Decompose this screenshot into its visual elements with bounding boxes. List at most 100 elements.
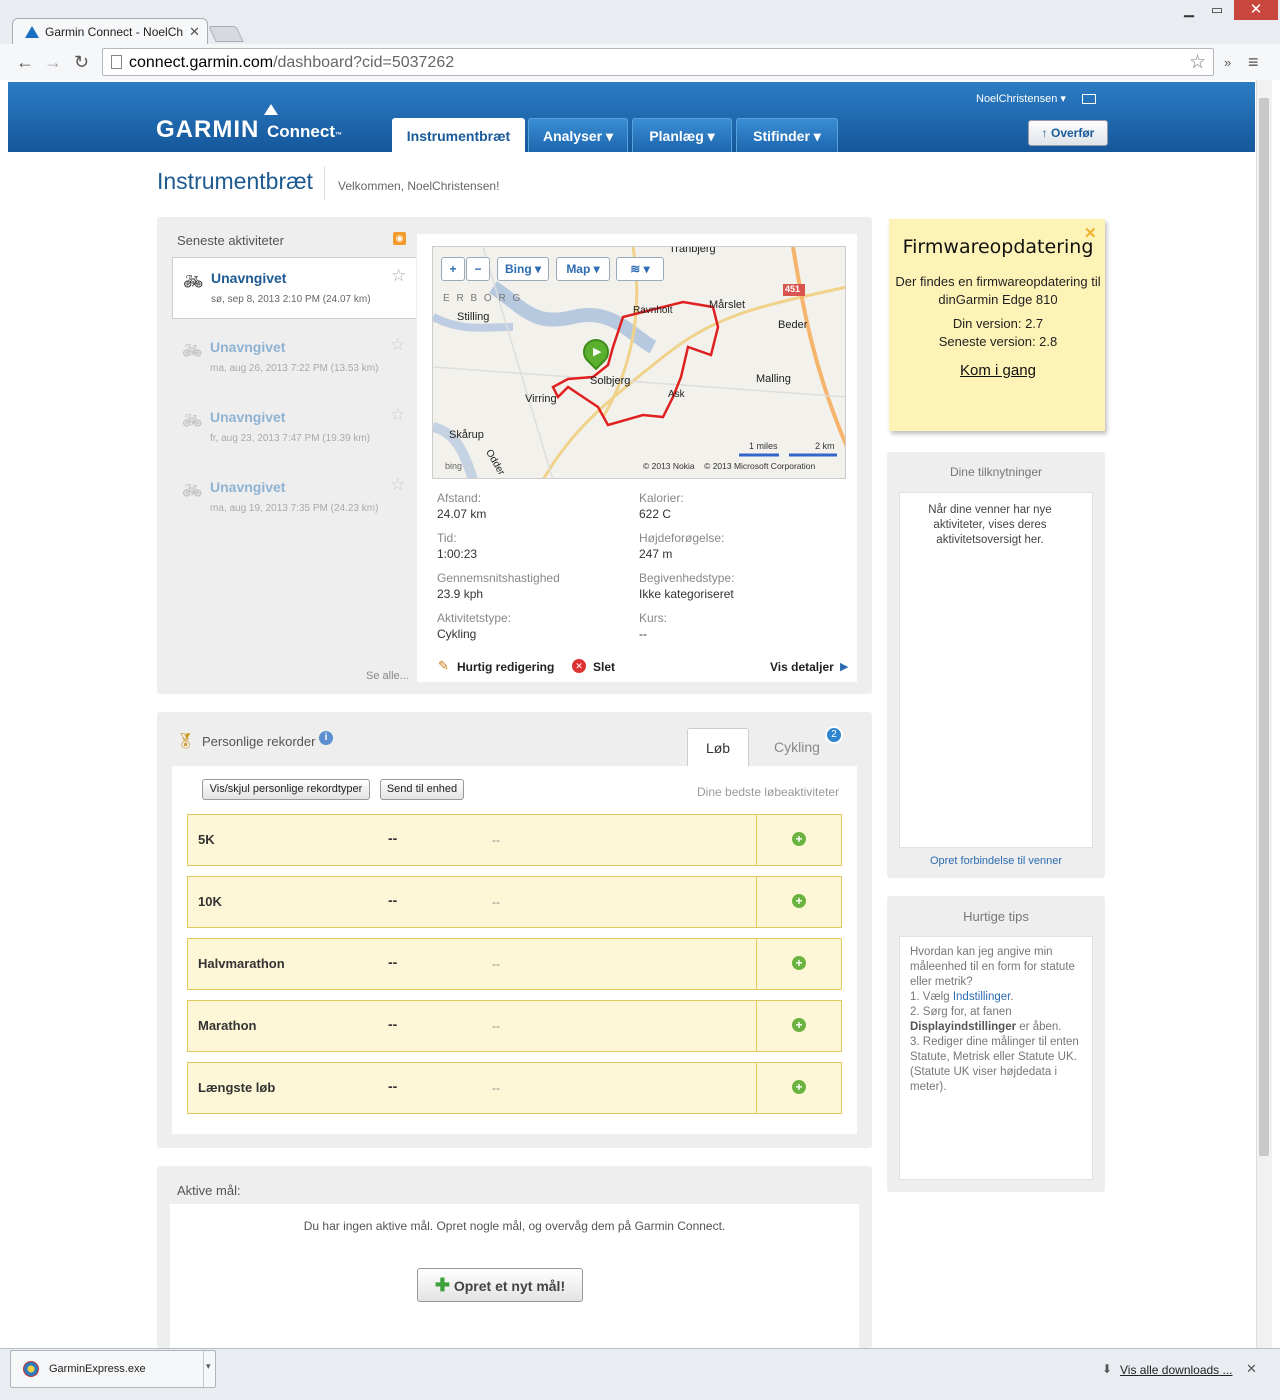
extensions-chevron-icon[interactable]: »: [1224, 55, 1231, 70]
tab-plan[interactable]: Planlæg ▾: [632, 118, 732, 152]
favorite-star-icon[interactable]: ☆: [390, 405, 405, 425]
zoom-in-button[interactable]: +: [441, 257, 465, 281]
back-icon[interactable]: ←: [16, 52, 34, 73]
stat-elevation: Højdeforøgelse: 247 m: [639, 531, 725, 561]
create-goal-button[interactable]: ✚ Opret et nyt mål!: [417, 1268, 583, 1302]
activity-item[interactable]: 🚲︎ Unavngivet sø, sep 8, 2013 2:10 PM (2…: [172, 257, 416, 319]
toggle-record-types-button[interactable]: Vis/skjul personlige rekordtyper: [202, 779, 370, 800]
tab-dashboard[interactable]: Instrumentbræt: [392, 118, 525, 152]
row-divider: [756, 815, 757, 865]
activity-map[interactable]: + − Bing ▾ Map ▾ ≋ ▾ Tranbjerg Stilling …: [432, 246, 846, 479]
map-label: Tranbjerg: [669, 246, 716, 255]
activity-item[interactable]: 🚲︎ Unavngivet ma, aug 26, 2013 7:22 PM (…: [172, 327, 416, 389]
stat-event-type: Begivenhedstype: Ikke kategoriseret: [639, 571, 735, 601]
zoom-out-button[interactable]: −: [466, 257, 490, 281]
bing-dropdown[interactable]: Bing ▾: [497, 257, 549, 281]
tab-analyze[interactable]: Analyser ▾: [528, 118, 628, 152]
row-divider: [756, 1001, 757, 1051]
scrollbar-thumb[interactable]: [1259, 98, 1269, 1156]
activity-name[interactable]: Unavngivet: [210, 409, 285, 425]
add-icon[interactable]: +: [792, 894, 806, 908]
new-tab-button[interactable]: [208, 26, 244, 42]
goals-heading: Aktive mål:: [177, 1183, 241, 1198]
activity-name[interactable]: Unavngivet: [211, 270, 286, 286]
map-label: Virring: [525, 393, 557, 405]
favorite-star-icon[interactable]: ☆: [391, 266, 406, 286]
connections-heading: Dine tilknytninger: [949, 465, 1043, 479]
tips-step-3: 3. Rediger dine målinger til enten Statu…: [910, 1036, 1079, 1093]
add-icon[interactable]: +: [792, 832, 806, 846]
connections-text: Når dine venner har nye aktiviteter, vis…: [928, 504, 1052, 546]
favorite-star-icon[interactable]: ☆: [390, 335, 405, 355]
add-icon[interactable]: +: [792, 1018, 806, 1032]
rss-icon[interactable]: ◉: [393, 232, 406, 245]
mail-icon[interactable]: [1082, 94, 1096, 104]
goals-empty-text: Du har ingen aktive mål. Opret nogle mål…: [303, 1219, 726, 1233]
activity-item[interactable]: 🚲︎ Unavngivet ma, aug 19, 2013 7:35 PM (…: [172, 467, 416, 529]
map-label: Ravnholt: [633, 305, 673, 316]
map-canvas: [433, 247, 845, 478]
record-row: 10K -- -- +: [187, 876, 842, 928]
firmware-text: Der findes en firmwareopdatering til din…: [895, 274, 1101, 307]
settings-link[interactable]: Indstillinger: [953, 991, 1011, 1003]
view-details-link[interactable]: Vis detaljer: [770, 660, 834, 674]
your-version: Din version: 2.7: [952, 316, 1044, 331]
stat-course: Kurs: --: [639, 611, 668, 641]
delete-link[interactable]: Slet: [593, 660, 615, 674]
favorite-star-icon[interactable]: ☆: [390, 475, 405, 495]
delete-icon[interactable]: ✕: [572, 659, 586, 673]
stat-avg-speed: Gennemsnitshastighed 23.9 kph: [437, 571, 560, 601]
map-label: Solbjerg: [590, 375, 631, 387]
see-all-link[interactable]: Se alle...: [366, 670, 409, 682]
page-icon: [111, 55, 122, 69]
best-runs-label: Dine bedste løbeaktiviteter: [697, 785, 840, 799]
window-close-icon[interactable]: ✕: [1234, 0, 1278, 20]
maximize-icon[interactable]: ▭: [1204, 2, 1230, 20]
activity-name[interactable]: Unavngivet: [210, 339, 285, 355]
add-icon[interactable]: +: [792, 956, 806, 970]
map-label: Malling: [756, 373, 791, 385]
chevron-down-icon[interactable]: ▾: [206, 1361, 211, 1372]
garmin-connect-logo[interactable]: GARMIN Connect™: [156, 104, 343, 144]
browser-tab[interactable]: Garmin Connect - NoelCh ✕: [12, 18, 208, 44]
minimize-icon[interactable]: ▁: [1176, 2, 1202, 20]
map-type-dropdown[interactable]: Map ▾: [556, 257, 610, 281]
records-heading: Personlige rekorder: [202, 734, 316, 749]
count-badge: 2: [825, 726, 843, 744]
menu-icon[interactable]: ≡: [1248, 52, 1259, 73]
map-label: E R B O R G: [443, 293, 523, 304]
user-menu[interactable]: NoelChristensen ▾: [976, 92, 1066, 105]
reload-icon[interactable]: ↻: [74, 52, 89, 73]
info-icon[interactable]: i: [319, 731, 333, 745]
welcome-text: Velkommen, NoelChristensen!: [338, 179, 500, 193]
get-started-link[interactable]: Kom i gang: [889, 362, 1107, 379]
record-row: Halvmarathon -- -- +: [187, 938, 842, 990]
tips-step-1: 1. Vælg Indstillinger.: [910, 991, 1014, 1003]
divider: [203, 1351, 204, 1387]
stat-distance: Afstand: 24.07 km: [437, 491, 487, 521]
bookmark-star-icon[interactable]: ☆: [1189, 51, 1206, 74]
record-date: --: [492, 833, 500, 847]
add-icon[interactable]: +: [792, 1080, 806, 1094]
tab-running[interactable]: Løb: [687, 728, 749, 766]
address-bar[interactable]: connect.garmin.com/dashboard?cid=5037262…: [102, 48, 1214, 76]
tab-routes[interactable]: Stifinder ▾: [736, 118, 838, 152]
record-row: 5K -- -- +: [187, 814, 842, 866]
download-item[interactable]: GarminExpress.exe ▾: [10, 1350, 216, 1388]
pencil-icon: ✎: [438, 658, 449, 673]
close-tab-icon[interactable]: ✕: [189, 24, 200, 40]
layers-dropdown[interactable]: ≋ ▾: [616, 257, 664, 281]
record-name: 10K: [198, 894, 222, 909]
send-to-device-button[interactable]: Send til enhed: [380, 779, 464, 800]
show-all-downloads-link[interactable]: Vis alle downloads ...: [1120, 1363, 1233, 1377]
forward-icon[interactable]: →: [44, 52, 62, 73]
activity-item[interactable]: 🚲︎ Unavngivet fr, aug 23, 2013 7:47 PM (…: [172, 397, 416, 459]
installer-icon: [23, 1361, 39, 1377]
activity-name[interactable]: Unavngivet: [210, 479, 285, 495]
map-label: Skårup: [449, 429, 484, 441]
connect-friends-link[interactable]: Opret forbindelse til venner: [887, 855, 1105, 867]
close-downloads-icon[interactable]: ✕: [1246, 1361, 1257, 1377]
record-value: --: [388, 892, 398, 908]
quick-edit-link[interactable]: Hurtig redigering: [457, 660, 554, 674]
upload-button[interactable]: ↑ Overfør: [1028, 120, 1108, 146]
